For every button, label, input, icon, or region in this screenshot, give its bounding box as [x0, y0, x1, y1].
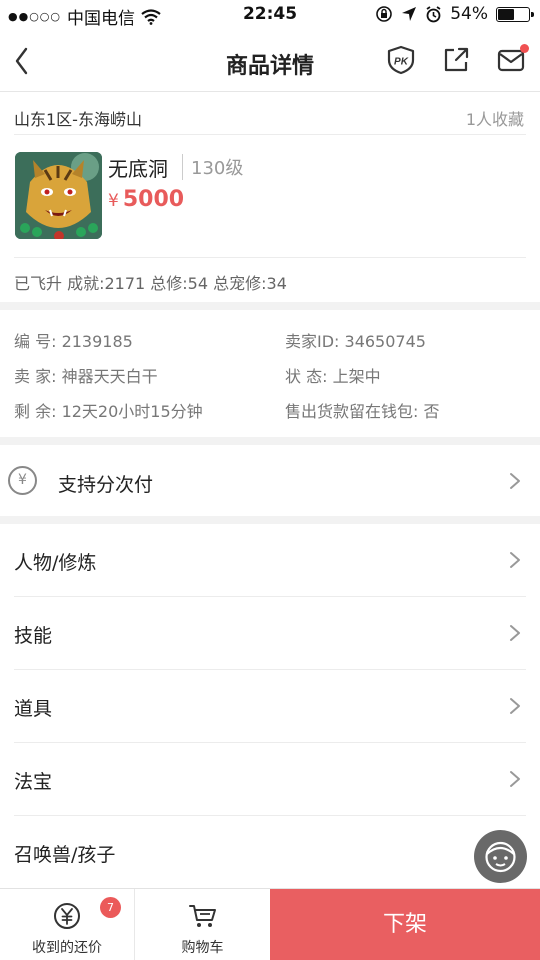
- listing-id: 编 号: 2139185: [14, 332, 133, 351]
- battery-icon: [496, 6, 534, 22]
- price-value: 5000: [122, 187, 185, 212]
- chevron-right-icon: [510, 698, 520, 714]
- bottom-action-bar: 收到的还价 7 购物车 下架: [0, 888, 540, 960]
- detail-menu: 人物/修炼 技能 道具 法宝 召唤兽/孩子: [0, 524, 540, 889]
- notification-dot: [520, 44, 529, 53]
- section-divider: [0, 516, 540, 524]
- menu-item-items[interactable]: 道具: [0, 670, 540, 743]
- details-row: 剩 余: 12天20小时15分钟 售出货款留在钱包: 否: [14, 390, 526, 425]
- chevron-right-icon: [510, 473, 520, 489]
- menu-item-label: 技能: [14, 625, 53, 647]
- details-row: 编 号: 2139185 卖家ID: 34650745: [14, 320, 526, 355]
- menu-item-pets[interactable]: 召唤兽/孩子: [0, 816, 540, 889]
- installment-row[interactable]: ¥ 支持分次付: [0, 446, 540, 516]
- received-offers-tab[interactable]: 收到的还价 7: [0, 889, 135, 960]
- character-level: 130级: [182, 154, 243, 180]
- menu-item-label: 召唤兽/孩子: [14, 844, 116, 866]
- server-name: 山东1区-东海崂山: [14, 110, 142, 129]
- battery-percent: 54%: [450, 4, 488, 24]
- installment-label: 支持分次付: [58, 474, 154, 496]
- tiger-portrait-image: [15, 152, 102, 239]
- offers-count-badge: 7: [100, 897, 121, 918]
- customer-service-button[interactable]: [474, 830, 527, 883]
- item-summary: 无底洞 130级 ¥5000: [14, 136, 526, 258]
- pk-icon[interactable]: PK: [386, 45, 416, 75]
- section-divider: [0, 302, 540, 310]
- details-row: 卖 家: 神器天天白干 状 态: 上架中: [14, 355, 526, 390]
- character-name: 无底洞: [108, 157, 168, 181]
- received-offers-label: 收到的还价: [32, 940, 102, 956]
- listing-details: 编 号: 2139185 卖家ID: 34650745 卖 家: 神器天天白干 …: [14, 320, 526, 425]
- menu-item-skills[interactable]: 技能: [0, 597, 540, 670]
- item-price: ¥5000: [108, 187, 184, 212]
- status-bar-right: 54%: [375, 4, 534, 24]
- delist-button[interactable]: 下架: [270, 889, 540, 960]
- cart-label: 购物车: [181, 940, 224, 956]
- chevron-right-icon: [510, 552, 520, 568]
- yen-coin-icon: [54, 903, 80, 929]
- alarm-icon: [426, 5, 441, 22]
- seller-id: 卖家ID: 34650745: [285, 332, 426, 351]
- menu-item-label: 人物/修炼: [14, 552, 97, 574]
- menu-item-character[interactable]: 人物/修炼: [0, 524, 540, 597]
- cart-icon: [188, 905, 216, 927]
- menu-item-label: 法宝: [14, 771, 53, 793]
- menu-item-treasures[interactable]: 法宝: [0, 743, 540, 816]
- currency-symbol: ¥: [108, 191, 119, 211]
- menu-item-label: 道具: [14, 698, 53, 720]
- pk-icon-text: PK: [394, 57, 409, 68]
- listing-status: 状 态: 上架中: [285, 367, 381, 386]
- wallet-setting: 售出货款留在钱包: 否: [285, 402, 440, 421]
- customer-service-icon: [485, 841, 516, 873]
- rotation-lock-icon: [376, 6, 393, 22]
- chevron-right-icon: [510, 771, 520, 787]
- character-stats: 已飞升 成就:2171 总修:54 总宠修:34: [14, 274, 287, 293]
- share-icon[interactable]: [441, 45, 471, 75]
- server-row: 山东1区-东海崂山 1人收藏: [14, 93, 526, 135]
- location-icon: [402, 7, 417, 21]
- chevron-right-icon: [510, 625, 520, 641]
- seller-name: 卖 家: 神器天天白干: [14, 367, 158, 386]
- section-divider: [0, 437, 540, 445]
- favorite-count[interactable]: 1人收藏: [466, 106, 524, 130]
- nav-bar: 商品详情 PK: [0, 30, 540, 92]
- battery-fill: [498, 8, 515, 20]
- yen-circle-icon: ¥: [8, 466, 37, 495]
- time-remaining: 剩 余: 12天20小时15分钟: [14, 402, 203, 421]
- cart-tab[interactable]: 购物车: [135, 889, 270, 960]
- character-avatar[interactable]: [15, 152, 102, 239]
- status-bar: ●●○○○ 中国电信 22:45 54%: [0, 0, 540, 30]
